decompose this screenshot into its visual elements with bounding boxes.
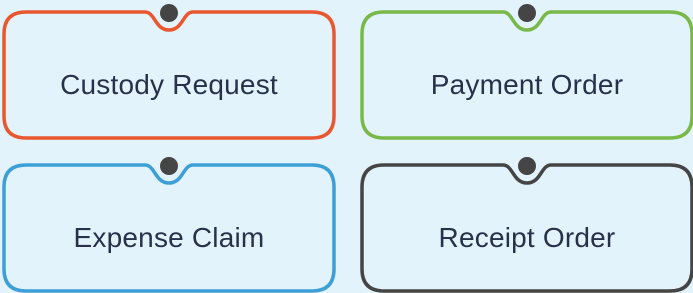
card-label: Custody Request: [60, 69, 278, 100]
card-label: Payment Order: [430, 69, 624, 100]
card-label: Expense Claim: [73, 222, 265, 253]
receipt-order-card[interactable]: Receipt Order: [360, 157, 693, 293]
custody-request-card[interactable]: Custody Request: [2, 4, 336, 140]
payment-order-card[interactable]: Payment Order: [360, 4, 693, 140]
card-label: Receipt Order: [438, 222, 616, 253]
expense-claim-card[interactable]: Expense Claim: [2, 157, 336, 293]
